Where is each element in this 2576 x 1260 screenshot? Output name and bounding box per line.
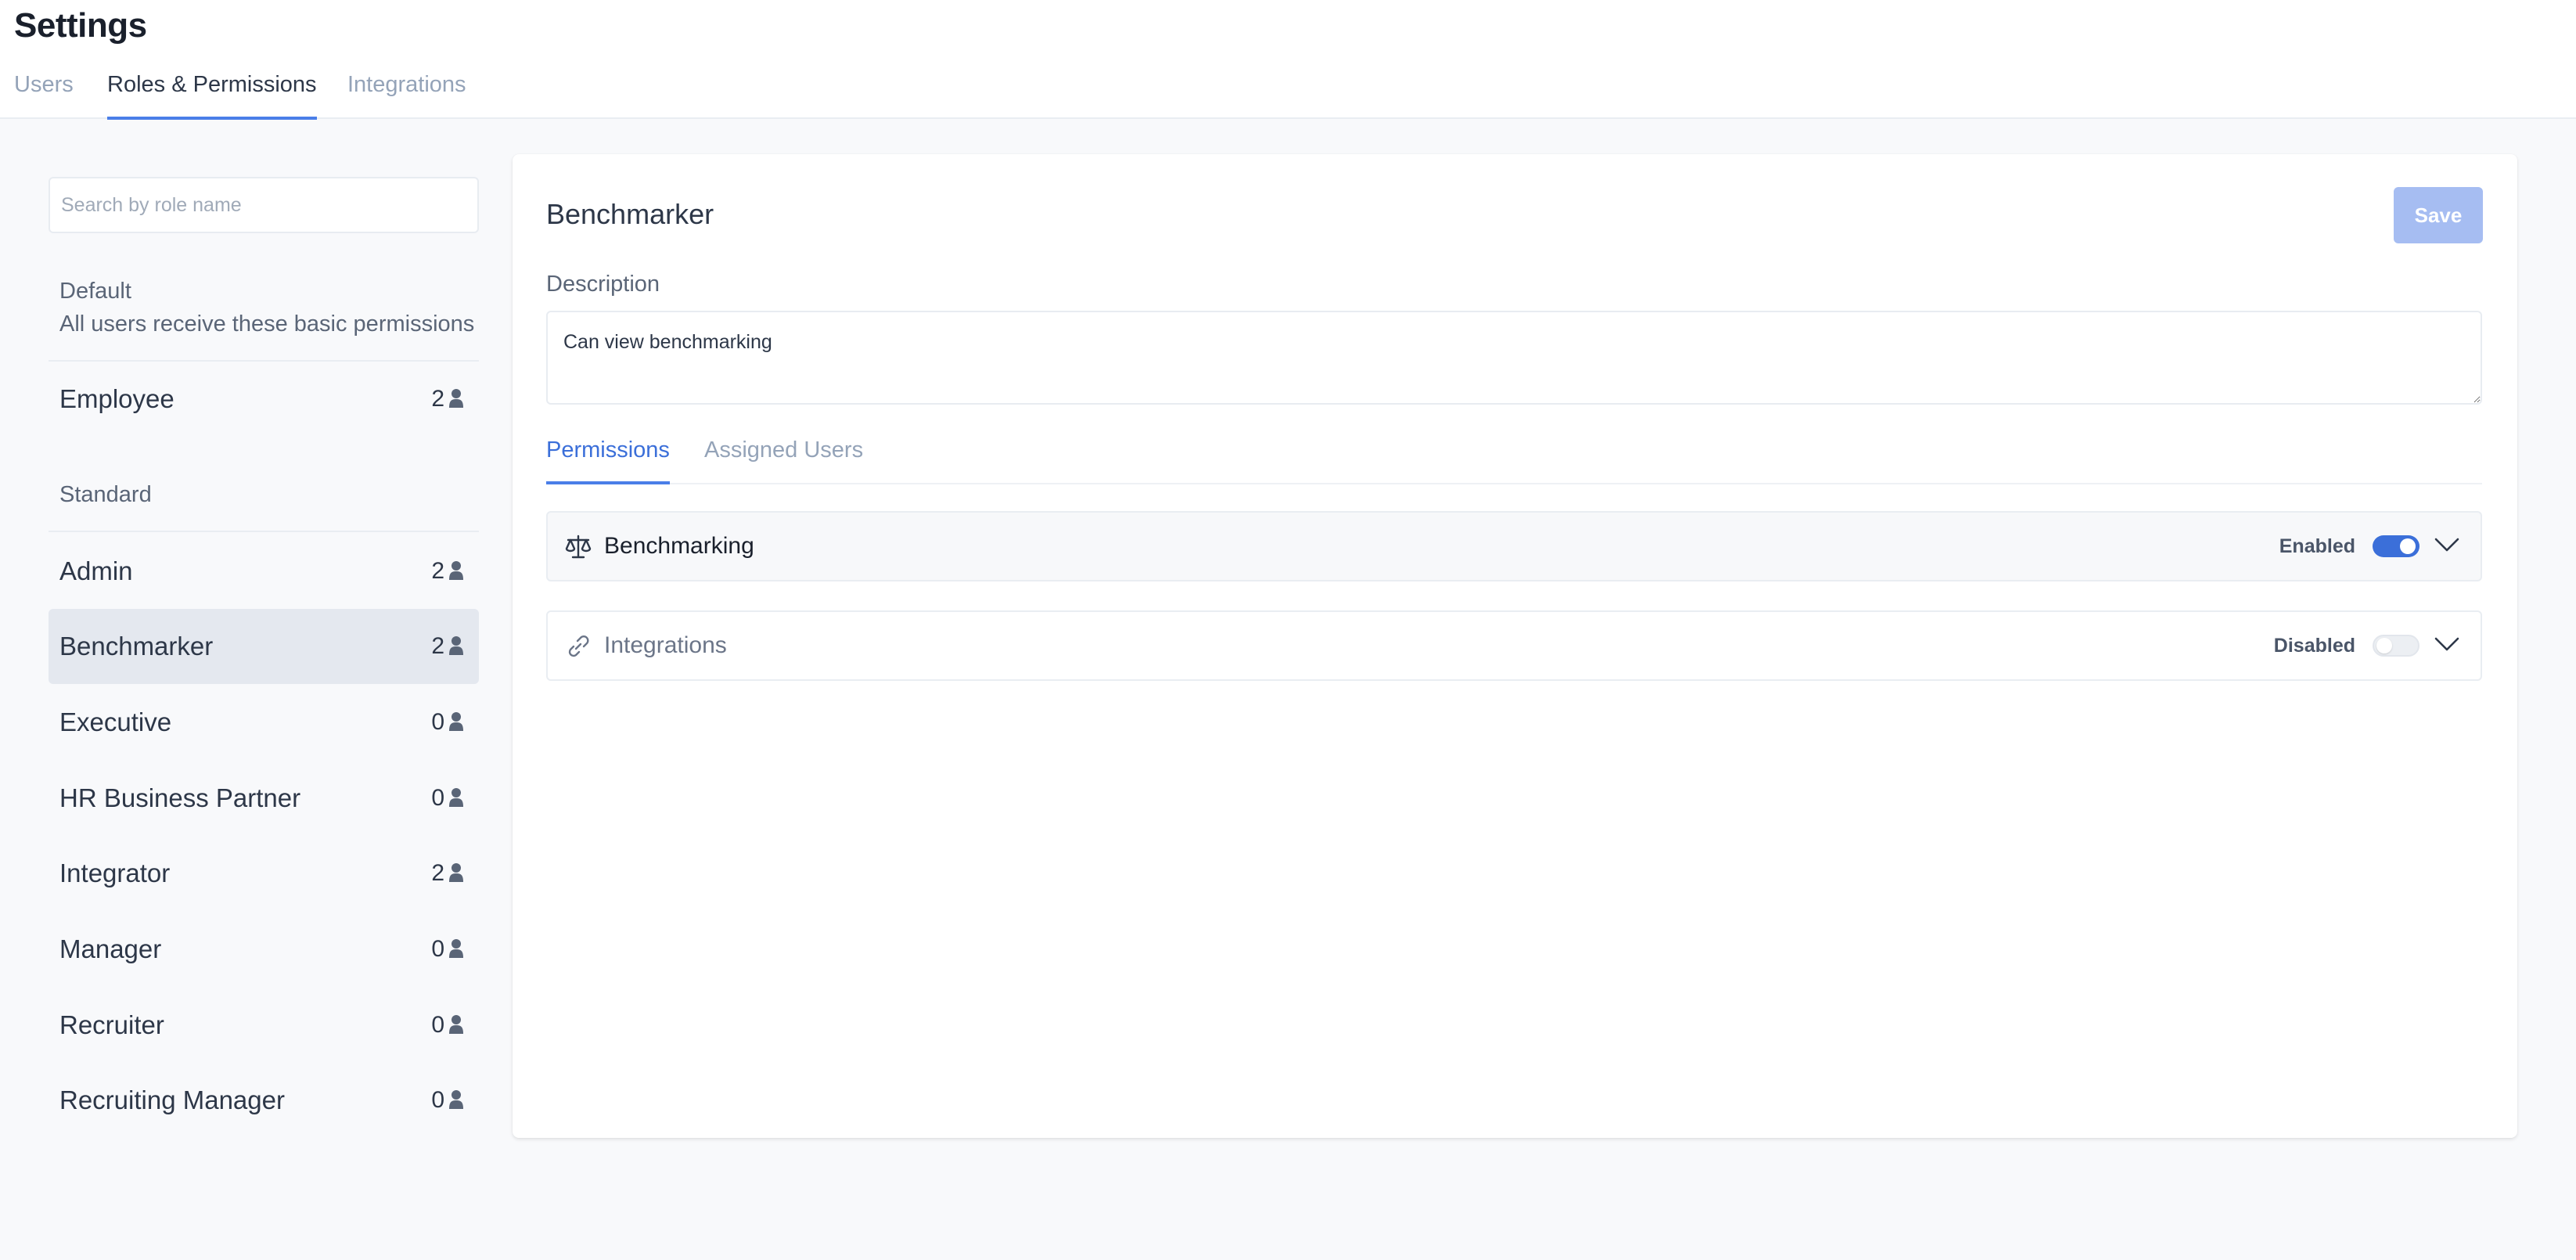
role-item-hr-business-partner[interactable]: HR Business Partner 0 xyxy=(49,761,479,836)
permission-status: Disabled xyxy=(2273,635,2355,657)
role-user-count: 2 xyxy=(431,633,444,659)
permission-toggle[interactable] xyxy=(2373,535,2419,557)
role-item-manager[interactable]: Manager 0 xyxy=(49,912,479,987)
role-user-count: 2 xyxy=(431,860,444,886)
default-group-subtitle: All users receive these basic permission… xyxy=(59,311,475,337)
role-item-recruiting-manager[interactable]: Recruiting Manager 0 xyxy=(49,1063,479,1138)
person-icon xyxy=(449,788,463,807)
role-detail-tabs: Permissions Assigned Users xyxy=(546,437,2482,484)
permission-toggle[interactable] xyxy=(2373,635,2419,657)
permission-name: Integrations xyxy=(604,632,727,658)
role-item-admin[interactable]: Admin 2 xyxy=(49,534,479,609)
role-name: HR Business Partner xyxy=(59,783,301,812)
role-name: Manager xyxy=(59,934,162,963)
tab-integrations[interactable]: Integrations xyxy=(347,72,466,119)
toggle-knob xyxy=(2400,538,2416,554)
person-icon xyxy=(449,561,463,580)
role-user-count: 2 xyxy=(431,558,444,584)
role-user-count: 0 xyxy=(431,785,444,811)
permission-status: Enabled xyxy=(2279,535,2355,557)
description-label: Description xyxy=(546,272,660,297)
role-name: Employee xyxy=(59,384,174,413)
role-item-benchmarker[interactable]: Benchmarker 2 xyxy=(49,609,479,684)
person-icon xyxy=(449,636,463,655)
role-user-count: 0 xyxy=(431,709,444,735)
description-field[interactable]: Can view benchmarking xyxy=(546,311,2482,405)
role-name: Integrator xyxy=(59,859,171,887)
permission-row-benchmarking[interactable]: Benchmarking Enabled xyxy=(546,511,2482,581)
person-icon xyxy=(449,939,463,958)
header: Settings Users Roles & Permissions Integ… xyxy=(0,0,2576,120)
divider xyxy=(49,531,479,532)
role-title: Benchmarker xyxy=(546,198,714,230)
role-item-employee[interactable]: Employee 2 xyxy=(49,362,479,437)
chevron-down-icon[interactable] xyxy=(2434,635,2460,653)
link-icon xyxy=(568,635,589,657)
tab-roles-permissions[interactable]: Roles & Permissions xyxy=(107,72,317,120)
toggle-knob xyxy=(2376,638,2392,653)
page-title: Settings xyxy=(14,6,147,45)
tab-users[interactable]: Users xyxy=(14,72,74,119)
save-button[interactable]: Save xyxy=(2394,187,2483,243)
role-name: Recruiter xyxy=(59,1010,164,1039)
tab-permissions[interactable]: Permissions xyxy=(546,437,670,484)
person-icon xyxy=(449,389,463,408)
permission-name: Benchmarking xyxy=(604,533,754,559)
role-search-input[interactable] xyxy=(49,177,479,233)
role-item-recruiter[interactable]: Recruiter 0 xyxy=(49,988,479,1063)
standard-group-title: Standard xyxy=(59,482,152,507)
person-icon xyxy=(449,1090,463,1109)
permission-row-integrations[interactable]: Integrations Disabled xyxy=(546,610,2482,681)
person-icon xyxy=(449,712,463,731)
role-user-count: 0 xyxy=(431,1087,444,1113)
role-name: Admin xyxy=(59,556,133,585)
role-name: Executive xyxy=(59,707,172,736)
role-item-executive[interactable]: Executive 0 xyxy=(49,685,479,760)
role-item-integrator[interactable]: Integrator 2 xyxy=(49,836,479,911)
person-icon xyxy=(449,863,463,882)
role-user-count: 0 xyxy=(431,936,444,962)
role-detail-card: Benchmarker Save Description Can view be… xyxy=(513,154,2517,1138)
role-user-count: 2 xyxy=(431,386,444,412)
chevron-down-icon[interactable] xyxy=(2434,536,2460,553)
role-name: Recruiting Manager xyxy=(59,1085,285,1114)
default-group-title: Default xyxy=(59,279,131,304)
scale-icon xyxy=(565,535,592,559)
role-user-count: 0 xyxy=(431,1012,444,1038)
person-icon xyxy=(449,1015,463,1034)
role-name: Benchmarker xyxy=(59,632,214,661)
tab-assigned-users[interactable]: Assigned Users xyxy=(704,437,863,483)
